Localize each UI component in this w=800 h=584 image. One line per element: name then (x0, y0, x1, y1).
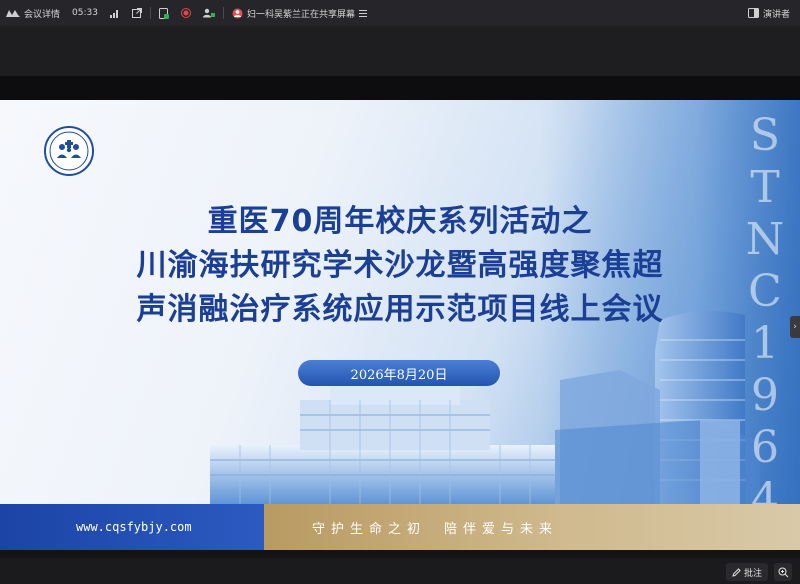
slide-title-line-1: 重医70周年校庆系列活动之 (207, 204, 593, 239)
zoom-in-icon (778, 567, 789, 578)
sharer-avatar-icon (232, 8, 243, 19)
slide-title-line-2: 川渝海扶研究学术沙龙暨高强度聚焦超 (136, 248, 664, 283)
participants-button[interactable] (197, 0, 221, 26)
share-frame-top (0, 76, 800, 100)
vertical-letter: 9 (751, 370, 779, 421)
menu-icon (358, 9, 367, 17)
annotate-label: 批注 (743, 568, 762, 579)
slogan-part-1: 守护生命之初 (312, 521, 427, 537)
meeting-details-button[interactable]: 会议详情 (0, 0, 66, 26)
pen-icon (732, 567, 741, 577)
document-check-icon (158, 7, 169, 19)
screen-share-indicator[interactable]: 妇一科吴紫兰正在共享屏幕 (226, 0, 373, 26)
vertical-letter: 1 (751, 318, 779, 369)
presenter-view-icon (747, 8, 759, 18)
meeting-logo-icon (6, 9, 20, 18)
chevron-right-icon: › (793, 322, 797, 332)
meeting-timer: 05:33 (66, 0, 104, 26)
pop-out-button[interactable] (126, 0, 148, 26)
timer-text: 05:33 (72, 8, 98, 18)
toolbar-divider (222, 7, 224, 19)
slogan-part-2: 陪伴爱与未来 (444, 521, 559, 537)
bottom-bar (0, 558, 800, 584)
vertical-letter: S (749, 110, 781, 161)
slogan-banner: 守护生命之初 陪伴爱与未来 (264, 504, 800, 550)
users-icon (202, 8, 215, 18)
vertical-letter: N (745, 214, 785, 265)
decorative-vertical-letters: S T N C 1 9 6 4 (740, 110, 790, 550)
top-toolbar: 会议详情 05:33 妇一科吴紫兰正在共享屏幕 演讲者 (0, 0, 800, 26)
vertical-letter: 6 (751, 422, 779, 473)
side-panel-toggle[interactable]: › (790, 316, 800, 338)
presenter-view-label: 演讲者 (762, 9, 790, 20)
notes-button[interactable] (153, 0, 175, 26)
video-strip (0, 26, 800, 76)
shared-slide: S T N C 1 9 6 4 重医70周年校庆系列活动之 川渝海扶研究学术沙龙… (0, 100, 800, 550)
external-link-icon (131, 8, 142, 18)
vertical-letter: T (750, 162, 780, 213)
meeting-window: 会议详情 05:33 妇一科吴紫兰正在共享屏幕 演讲者 S T N C 1 9 … (0, 0, 800, 584)
zoom-button[interactable] (774, 563, 792, 581)
event-date: 2026年8月20日 (298, 360, 500, 386)
annotate-button[interactable]: 批注 (725, 563, 768, 581)
vertical-letter: C (748, 266, 782, 317)
hospital-logo (44, 126, 94, 176)
record-icon (180, 8, 191, 18)
presenter-view-button[interactable]: 演讲者 (742, 0, 796, 26)
website-banner: www.cqsfybjy.com (0, 504, 264, 550)
hospital-emblem-icon (49, 131, 89, 171)
signal-icon (109, 9, 120, 18)
slide-title-line-3: 声消融治疗系统应用示范项目线上会议 (136, 292, 664, 327)
toolbar-divider (149, 7, 151, 19)
meeting-details-label: 会议详情 (24, 9, 61, 20)
website-url: www.cqsfybjy.com (76, 520, 192, 534)
signal-indicator[interactable] (104, 0, 126, 26)
screen-share-status: 妇一科吴紫兰正在共享屏幕 (246, 9, 355, 20)
record-button[interactable] (175, 0, 197, 26)
